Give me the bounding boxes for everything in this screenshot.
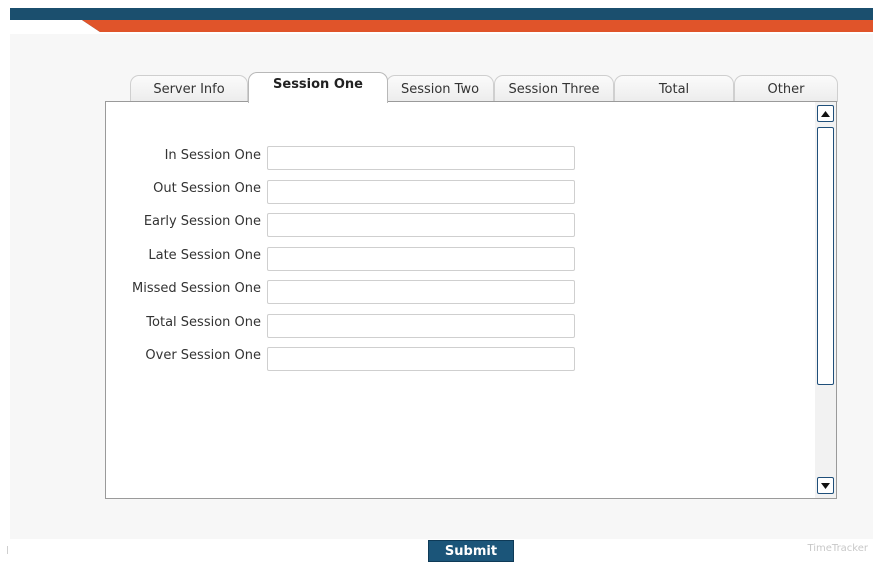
field-label-out-session-one: Out Session One xyxy=(153,181,261,196)
submit-button[interactable]: Submit xyxy=(428,540,514,562)
brand-label: TimeTracker xyxy=(807,543,868,554)
tab-label: Session Two xyxy=(400,81,480,97)
tab-label: Session One xyxy=(273,77,363,92)
in-session-one-input[interactable] xyxy=(267,146,575,170)
tab-total[interactable]: Total xyxy=(614,75,734,102)
out-session-one-input[interactable] xyxy=(267,180,575,204)
late-session-one-input[interactable] xyxy=(267,247,575,271)
field-label-late-session-one: Late Session One xyxy=(148,248,261,263)
edge-divider xyxy=(7,546,8,554)
early-session-one-input[interactable] xyxy=(267,213,575,237)
tab-session-three[interactable]: Session Three xyxy=(494,75,614,102)
arrow-down-icon xyxy=(821,482,830,489)
over-session-one-input[interactable] xyxy=(267,347,575,371)
tab-server-info[interactable]: Server Info xyxy=(130,75,248,102)
tab-session-two[interactable]: Session Two xyxy=(386,75,494,102)
tab-other[interactable]: Other xyxy=(734,75,838,102)
header-orange-band xyxy=(82,20,873,32)
missed-session-one-input[interactable] xyxy=(267,280,575,304)
tab-label: Session Three xyxy=(508,81,600,97)
tab-label: Other xyxy=(767,81,805,97)
field-label-total-session-one: Total Session One xyxy=(146,315,261,330)
tab-label: Server Info xyxy=(153,81,225,97)
scroll-down-button[interactable] xyxy=(817,477,834,494)
scroll-up-button[interactable] xyxy=(817,105,834,122)
field-label-over-session-one: Over Session One xyxy=(145,348,261,363)
arrow-up-icon xyxy=(821,110,830,117)
tab-label: Total xyxy=(658,81,690,97)
field-label-in-session-one: In Session One xyxy=(164,148,261,163)
vertical-scrollbar[interactable] xyxy=(815,102,836,498)
header-bar xyxy=(10,8,873,34)
scroll-thumb[interactable] xyxy=(817,127,834,385)
field-label-missed-session-one: Missed Session One xyxy=(132,281,261,296)
tab-session-one[interactable]: Session One xyxy=(248,72,388,103)
header-banner xyxy=(10,8,873,32)
total-session-one-input[interactable] xyxy=(267,314,575,338)
field-label-early-session-one: Early Session One xyxy=(143,214,261,229)
